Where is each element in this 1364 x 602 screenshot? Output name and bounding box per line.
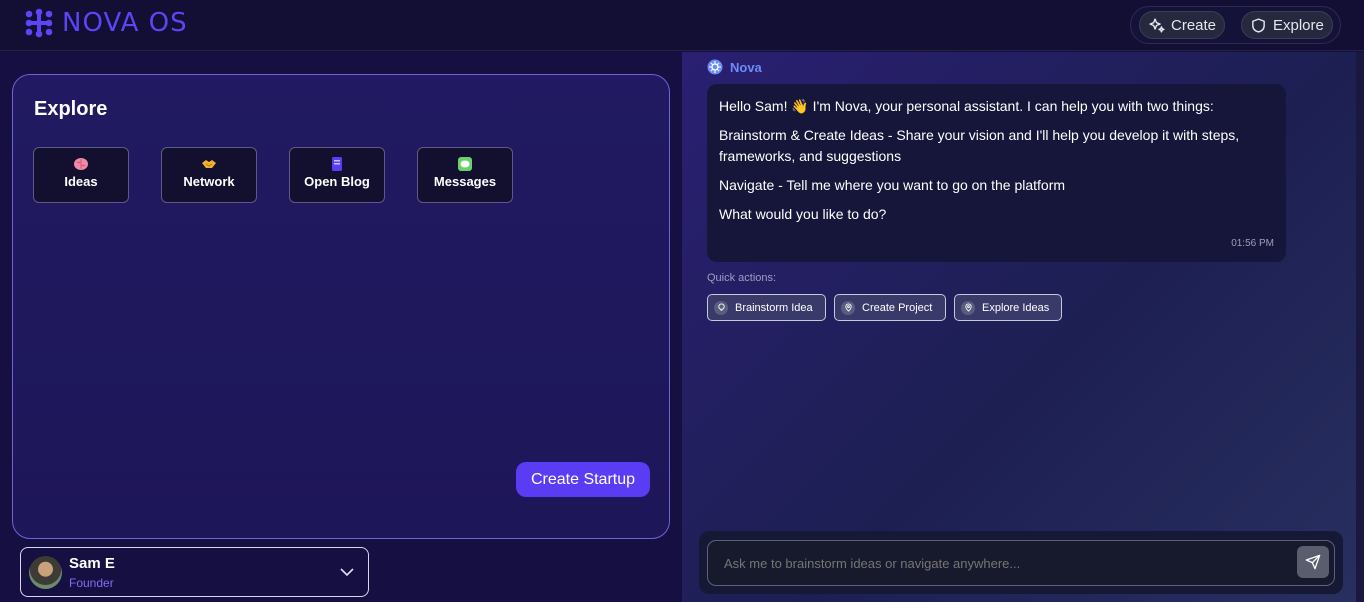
create-startup-button[interactable]: Create Startup xyxy=(516,462,650,497)
explore-title: Explore xyxy=(34,98,108,120)
quick-action-create-project[interactable]: Create Project xyxy=(834,294,946,321)
quick-action-label: Brainstorm Idea xyxy=(735,301,813,314)
user-menu[interactable]: Sam E Founder xyxy=(20,547,369,597)
tile-messages[interactable]: Messages xyxy=(417,147,513,203)
scrollbar[interactable] xyxy=(1356,52,1364,602)
brain-icon xyxy=(74,158,88,170)
chevron-down-icon[interactable] xyxy=(339,566,355,578)
quick-actions-label: Quick actions: xyxy=(707,272,777,284)
left-panel: Explore Ideas Network Open Blog Messages… xyxy=(0,52,682,602)
quick-action-explore-ideas[interactable]: Explore Ideas xyxy=(954,294,1062,321)
message-line: What would you like to do? xyxy=(719,206,887,222)
tile-open-blog[interactable]: Open Blog xyxy=(289,147,385,203)
chat-composer xyxy=(699,531,1343,594)
message-timestamp: 01:56 PM xyxy=(1231,238,1274,249)
user-name: Sam E xyxy=(69,555,115,572)
chat-input[interactable] xyxy=(707,540,1335,586)
avatar xyxy=(29,556,62,589)
top-bar: NOVA OS Create Explore xyxy=(0,0,1364,51)
create-button[interactable]: Create xyxy=(1139,11,1225,39)
message-line: Hello Sam! 👋 I'm Nova, your personal ass… xyxy=(719,98,1214,114)
explore-card: Explore Ideas Network Open Blog Messages… xyxy=(12,74,670,539)
tile-label: Network xyxy=(183,174,235,189)
nova-avatar-icon xyxy=(707,59,723,75)
chat-icon xyxy=(458,157,472,171)
explore-label: Explore xyxy=(1273,16,1324,34)
tile-label: Ideas xyxy=(64,174,98,189)
tile-label: Messages xyxy=(433,174,497,189)
quick-action-label: Explore Ideas xyxy=(982,301,1050,314)
user-role: Founder xyxy=(69,576,114,590)
handshake-icon xyxy=(202,160,216,168)
assistant-name: Nova xyxy=(730,59,762,75)
logo-icon xyxy=(25,8,53,38)
logo[interactable]: NOVA OS xyxy=(24,8,188,38)
tile-ideas[interactable]: Ideas xyxy=(33,147,129,203)
assistant-message: Hello Sam! 👋 I'm Nova, your personal ass… xyxy=(707,84,1286,262)
quick-action-label: Create Project xyxy=(862,301,933,314)
tile-network[interactable]: Network xyxy=(161,147,257,203)
top-nav: Create Explore xyxy=(1130,6,1341,44)
location-pin-icon xyxy=(841,300,855,315)
send-icon xyxy=(1305,554,1321,570)
message-line: Brainstorm & Create Ideas - Share your v… xyxy=(719,127,1240,164)
notebook-icon xyxy=(332,157,342,171)
chat-panel: Nova Hello Sam! 👋 I'm Nova, your persona… xyxy=(682,52,1364,602)
location-pin-icon xyxy=(961,300,975,315)
lightbulb-icon xyxy=(714,300,728,315)
assistant-header: Nova xyxy=(707,59,762,75)
logo-text: NOVA OS xyxy=(62,8,188,38)
create-label: Create xyxy=(1171,16,1217,34)
tile-label: Open Blog xyxy=(304,174,370,189)
shield-icon xyxy=(1252,17,1265,33)
message-line: Navigate - Tell me where you want to go … xyxy=(719,177,1066,193)
explore-button[interactable]: Explore xyxy=(1241,11,1333,39)
send-button[interactable] xyxy=(1297,546,1329,578)
quick-action-brainstorm-idea[interactable]: Brainstorm Idea xyxy=(707,294,826,321)
sparkle-icon xyxy=(1149,17,1165,33)
